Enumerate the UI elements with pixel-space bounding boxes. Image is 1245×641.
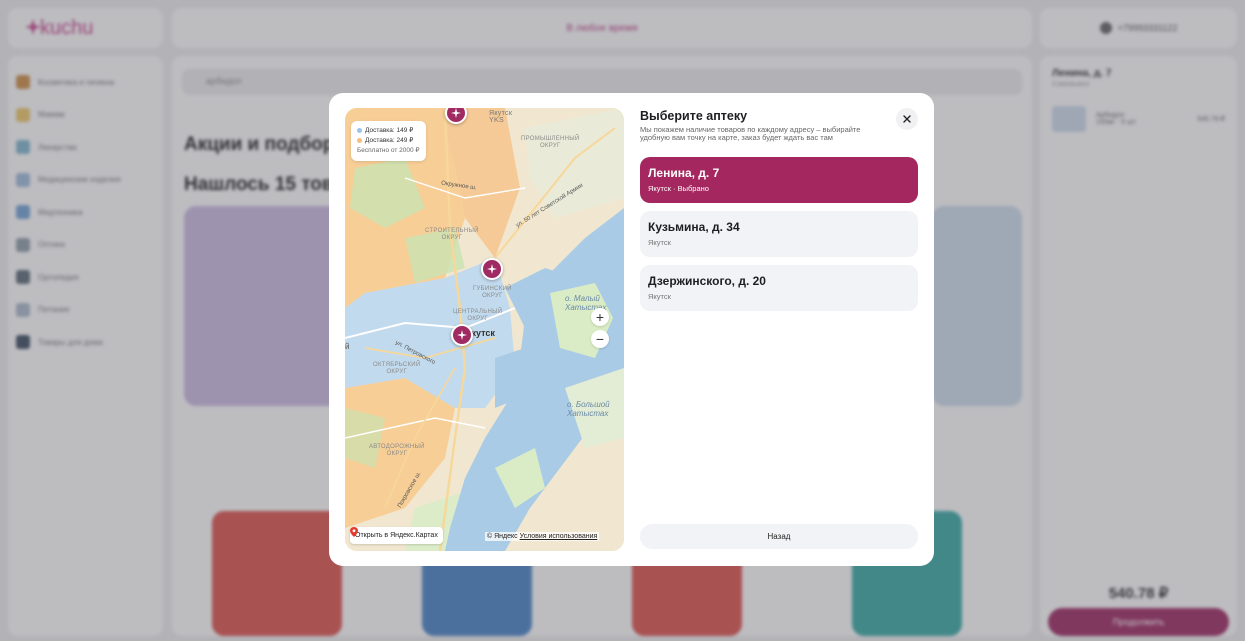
legend-dot-blue [357,127,362,133]
map[interactable]: Доставка: 149 ₽ Доставка: 249 ₽ Бесплатн… [345,108,624,551]
copyright-text: © Яндекс [487,533,518,540]
back-button[interactable]: Назад [640,524,918,549]
pharmacy-option-kuzmina[interactable]: Кузьмина, д. 34 Якутск [640,211,918,257]
legend-delivery-2: Доставка: 249 ₽ [357,136,420,146]
legend-delivery-1: Доставка: 149 ₽ [357,126,420,136]
pharmacy-city: Якутск · Выбрано [648,184,709,193]
map-label-airport: Якутск YKS [489,110,513,124]
pin-star-icon [451,108,461,118]
pharmacy-select-modal: Доставка: 149 ₽ Доставка: 249 ₽ Бесплатн… [329,93,934,566]
delivery-legend: Доставка: 149 ₽ Доставка: 249 ₽ Бесплатн… [351,121,426,161]
pharmacy-pin-center[interactable] [481,258,503,280]
legend-free-delivery: Бесплатно от 2000 ₽ [357,147,420,154]
pharmacy-city: Якутск [648,238,671,247]
close-button[interactable] [896,108,918,130]
terms-link[interactable]: Условия использования [520,533,598,540]
pin-star-icon [457,330,467,340]
pharmacy-option-lenina[interactable]: Ленина, д. 7 Якутск · Выбрано [640,157,918,203]
map-island-big: о. Большой Хатыстах [567,400,610,418]
pin-star-icon [487,264,497,274]
pharmacy-option-dzerzhinskogo[interactable]: Дзержинского, д. 20 Якутск [640,265,918,311]
map-label-auto: Автодорожный округ [369,444,425,457]
close-icon [903,115,911,123]
pharmacy-pin-south[interactable] [451,324,473,346]
open-maps-label: Открыть в Яндекс.Картах [355,532,438,539]
zoom-out-button[interactable]: − [591,330,609,348]
zoom-in-button[interactable]: + [591,308,609,326]
map-edge-label: й [345,342,350,351]
map-label-industrial: Промышленный округ [521,136,580,149]
pharmacy-name: Дзержинского, д. 20 [648,274,766,288]
map-label-gubinsky: Губинский округ [473,286,512,299]
pharmacy-list-panel: Выберите аптеку Мы покажем наличие товар… [640,108,918,551]
pharmacy-name: Кузьмина, д. 34 [648,220,740,234]
map-label-builder: Строительный округ [425,228,479,241]
map-label-october: Октябрьский округ [373,362,421,375]
open-yandex-maps-button[interactable]: Открыть в Яндекс.Картах [350,527,443,544]
pharmacy-city: Якутск [648,292,671,301]
map-copyright: © Яндекс Условия использования [485,532,600,541]
legend-dot-orange [357,137,362,143]
map-pin-icon [350,527,358,537]
map-label-central: Центральный округ [453,309,503,322]
modal-description: Мы покажем наличие товаров по каждому ад… [640,125,861,142]
modal-title: Выберите аптеку [640,109,748,123]
pharmacy-name: Ленина, д. 7 [648,166,720,180]
